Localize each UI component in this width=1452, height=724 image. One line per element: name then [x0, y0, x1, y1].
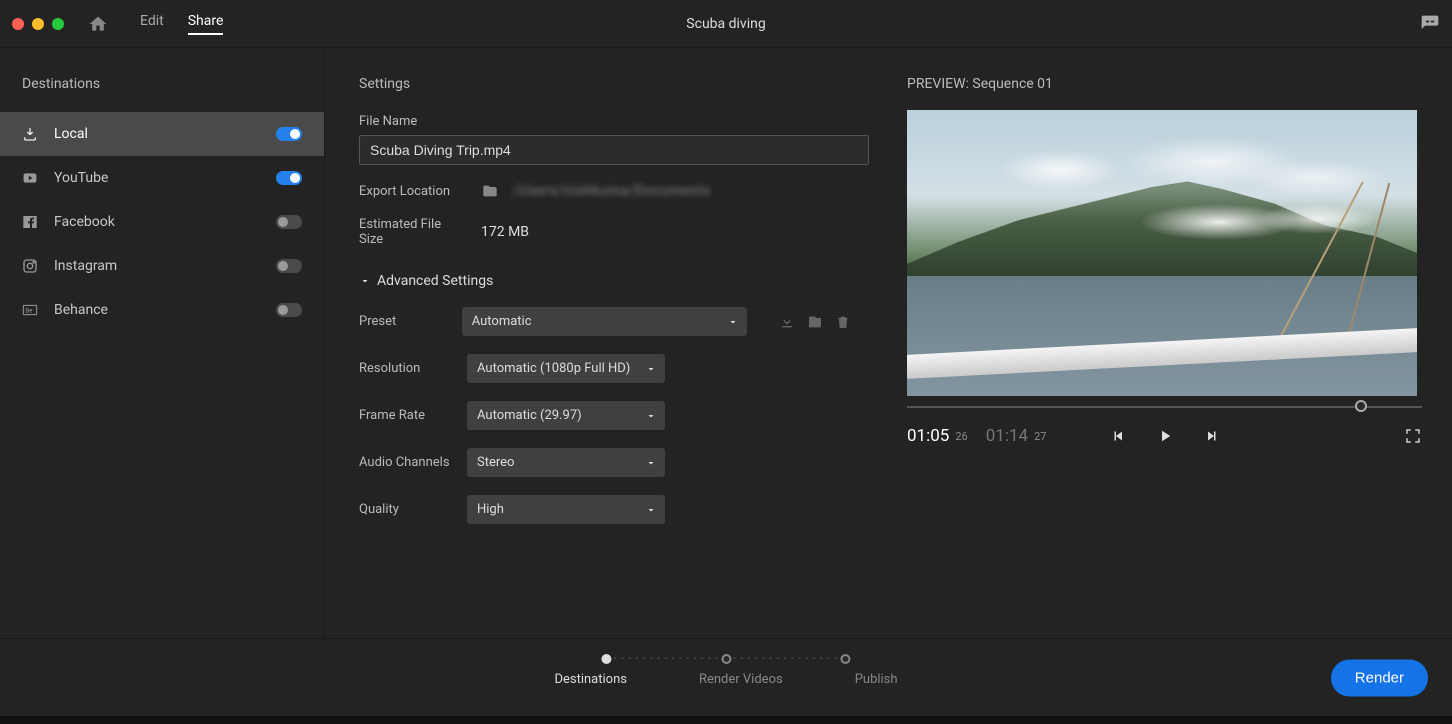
window-close-button[interactable]: [12, 18, 24, 30]
step-forward-button[interactable]: [1202, 427, 1220, 445]
home-icon[interactable]: [88, 14, 108, 34]
preview-timeline[interactable]: [907, 400, 1422, 414]
preset-value: Automatic: [472, 314, 532, 329]
chevron-down-icon: [645, 410, 657, 422]
destination-label: Facebook: [54, 214, 276, 230]
destination-label: Instagram: [54, 258, 276, 274]
time-display-row: 01:05 26 01:14 27: [907, 426, 1422, 446]
resolution-value: Automatic (1080p Full HD): [477, 361, 630, 376]
destination-behance[interactable]: Be Behance: [0, 288, 324, 332]
step-dot-destinations[interactable]: [602, 654, 612, 664]
project-title: Scuba diving: [686, 16, 765, 32]
step-back-button[interactable]: [1110, 427, 1128, 445]
svg-text:Be: Be: [25, 308, 32, 315]
workspace-tabs: Edit Share: [140, 13, 223, 35]
chevron-down-icon: [645, 363, 657, 375]
titlebar: Edit Share Scuba diving: [0, 0, 1452, 48]
destination-toggle[interactable]: [276, 303, 302, 317]
audio-channels-value: Stereo: [477, 455, 514, 470]
quality-select[interactable]: High: [467, 495, 665, 524]
estimated-size-label: Estimated File Size: [359, 217, 467, 247]
resolution-select[interactable]: Automatic (1080p Full HD): [467, 354, 665, 383]
step-label-render: Render Videos: [699, 672, 783, 687]
preview-thumbnail: [907, 110, 1417, 396]
file-name-label: File Name: [359, 114, 851, 129]
destination-instagram[interactable]: Instagram: [0, 244, 324, 288]
progress-stepper: - - - - - - - - - - - - - - - - - - - - …: [554, 653, 897, 687]
current-time: 01:05: [907, 426, 949, 446]
tab-share[interactable]: Share: [188, 13, 224, 35]
frame-rate-select[interactable]: Automatic (29.97): [467, 401, 665, 430]
facebook-icon: [22, 214, 40, 230]
window-minimize-button[interactable]: [32, 18, 44, 30]
local-disk-icon: [22, 126, 40, 142]
chevron-down-icon: [359, 275, 371, 287]
destinations-heading: Destinations: [0, 76, 324, 112]
quality-label: Quality: [359, 502, 453, 517]
audio-channels-label: Audio Channels: [359, 455, 453, 470]
footer: - - - - - - - - - - - - - - - - - - - - …: [0, 638, 1452, 716]
preset-actions: [779, 314, 851, 330]
destination-label: Local: [54, 126, 276, 142]
destinations-sidebar: Destinations Local YouTube Facebook: [0, 48, 325, 638]
preset-select[interactable]: Automatic: [462, 307, 747, 336]
frame-rate-label: Frame Rate: [359, 408, 453, 423]
window-controls: [12, 18, 64, 30]
main-content: Destinations Local YouTube Facebook: [0, 48, 1452, 638]
step-connector: - - - - - - - - - - - - - - -: [731, 653, 840, 664]
playhead[interactable]: [1355, 400, 1367, 412]
current-frames: 26: [955, 430, 967, 443]
transport-controls: [1110, 427, 1220, 445]
window-maximize-button[interactable]: [52, 18, 64, 30]
step-label-destinations: Destinations: [554, 672, 627, 687]
delete-preset-icon[interactable]: [835, 314, 851, 330]
destination-toggle[interactable]: [276, 127, 302, 141]
total-time: 01:14: [986, 426, 1028, 446]
total-frames: 27: [1034, 430, 1046, 443]
destination-local[interactable]: Local: [0, 112, 324, 156]
preset-label: Preset: [359, 314, 448, 329]
instagram-icon: [22, 258, 40, 274]
advanced-settings-toggle[interactable]: Advanced Settings: [359, 273, 851, 289]
bottom-strip: [0, 716, 1452, 724]
destination-toggle[interactable]: [276, 259, 302, 273]
chevron-down-icon: [645, 457, 657, 469]
youtube-icon: [22, 171, 40, 185]
file-name-input[interactable]: [359, 135, 869, 165]
chevron-down-icon: [727, 316, 739, 328]
preview-panel: PREVIEW: Sequence 01 01:05 26 01:14 27: [883, 48, 1452, 638]
settings-panel: Settings File Name Export Location /User…: [325, 48, 883, 638]
step-label-publish: Publish: [855, 672, 898, 687]
settings-heading: Settings: [359, 76, 851, 92]
advanced-settings-label: Advanced Settings: [377, 273, 493, 289]
step-dot-render[interactable]: [721, 654, 731, 664]
destination-toggle[interactable]: [276, 171, 302, 185]
render-button[interactable]: Render: [1331, 659, 1428, 696]
export-location-label: Export Location: [359, 184, 467, 199]
quality-value: High: [477, 502, 504, 517]
behance-icon: Be: [22, 302, 40, 318]
destination-youtube[interactable]: YouTube: [0, 156, 324, 200]
export-location-path: /Users/nishkuma/Documents: [513, 183, 711, 199]
destination-label: YouTube: [54, 170, 276, 186]
send-preset-icon[interactable]: [807, 314, 823, 330]
feedback-icon[interactable]: [1420, 14, 1440, 34]
play-button[interactable]: [1156, 427, 1174, 445]
audio-channels-select[interactable]: Stereo: [467, 448, 665, 477]
destination-label: Behance: [54, 302, 276, 318]
step-dot-publish[interactable]: [840, 654, 850, 664]
download-preset-icon[interactable]: [779, 314, 795, 330]
estimated-size-value: 172 MB: [481, 224, 529, 240]
folder-icon[interactable]: [481, 183, 499, 199]
frame-rate-value: Automatic (29.97): [477, 408, 582, 423]
destination-facebook[interactable]: Facebook: [0, 200, 324, 244]
tab-edit[interactable]: Edit: [140, 13, 164, 35]
preview-heading: PREVIEW: Sequence 01: [907, 76, 1422, 92]
fullscreen-button[interactable]: [1404, 427, 1422, 445]
destination-toggle[interactable]: [276, 215, 302, 229]
chevron-down-icon: [645, 504, 657, 516]
resolution-label: Resolution: [359, 361, 453, 376]
step-connector: - - - - - - - - - - - - - - -: [612, 653, 721, 664]
